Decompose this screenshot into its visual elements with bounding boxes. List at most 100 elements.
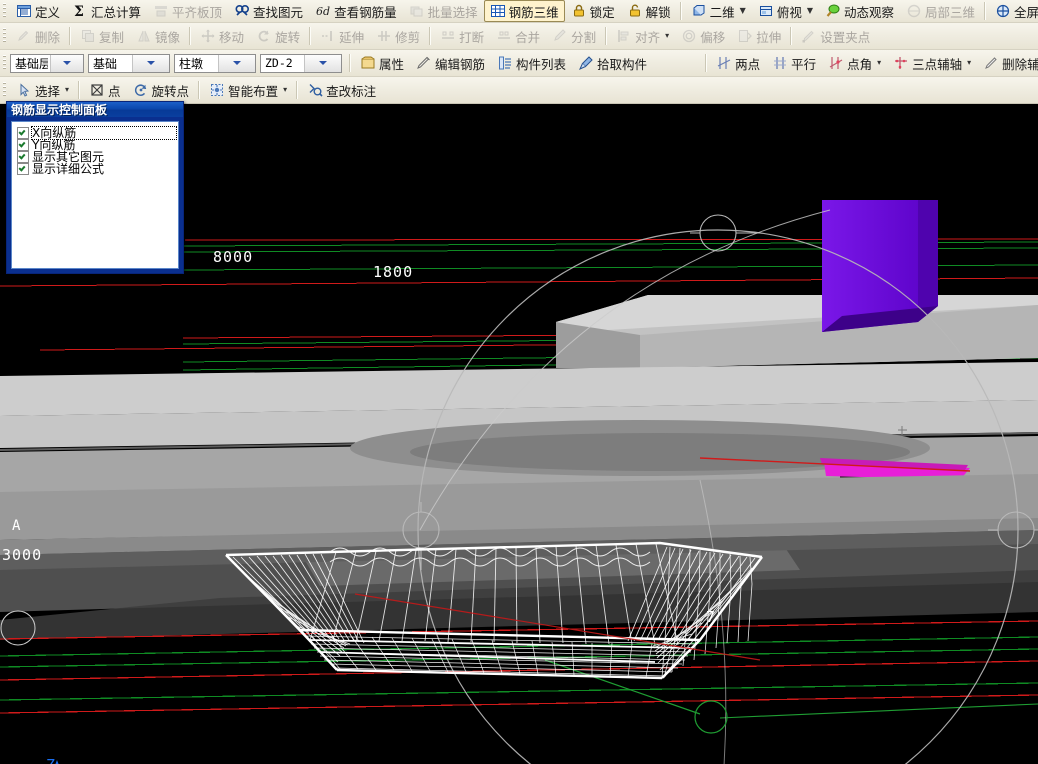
checkbox-show-detailed-formula[interactable] (17, 163, 29, 175)
checkbox-row-show-detailed-formula[interactable]: 显示详细公式 (17, 163, 178, 175)
lock-icon (571, 3, 587, 19)
align-slab-top-button: 平齐板顶 (147, 0, 228, 22)
properties-button[interactable]: 属性 (354, 52, 410, 74)
checkbox-y-rebar[interactable] (17, 139, 29, 151)
copy-button: 复制 (74, 25, 130, 47)
properties-icon (360, 55, 376, 71)
pick-component-button[interactable]: 拾取构件 (572, 52, 653, 74)
dynamic-observe-label: 动态观察 (843, 4, 894, 20)
chevron-down-icon[interactable] (49, 54, 83, 72)
select-tool-button[interactable]: 选择 ▾ (10, 79, 75, 101)
three-point-axis-button[interactable]: 三点辅轴 ▾ (887, 52, 977, 74)
unlock-button[interactable]: 解锁 (621, 0, 677, 22)
toolbar-grip[interactable] (1, 54, 8, 72)
fullscreen-label: 全屏 (1014, 4, 1038, 20)
floor-select[interactable]: 基础层 (10, 53, 84, 73)
checkbox-show-other-elements[interactable] (17, 151, 29, 163)
chevron-down-icon[interactable]: ▼ (807, 7, 813, 15)
component-type-select[interactable]: 柱墩 (174, 53, 256, 73)
toolbar-separator (296, 81, 299, 99)
mirror-button: 镜像 (130, 25, 186, 47)
panel-title: 钢筋显示控制面板 (11, 103, 108, 117)
pick-component-icon (578, 55, 594, 71)
rebar-3d-label: 钢筋三维 (508, 4, 559, 20)
merge-icon (496, 28, 512, 44)
rebar-3d-icon (490, 3, 506, 19)
toolbar-separator (605, 27, 608, 45)
chevron-down-icon[interactable] (303, 54, 341, 72)
category-select[interactable]: 基础 (88, 53, 170, 73)
toolbar-separator (309, 27, 312, 45)
toolbar-grip[interactable] (1, 81, 8, 99)
toolbar-region: 定义 Σ 汇总计算 平齐板顶 查找图元 6d 查看钢筋量 批量选择 钢筋三维 锁… (0, 0, 1038, 104)
unlock-icon (627, 3, 643, 19)
edit-rebar-button[interactable]: 编辑钢筋 (410, 52, 491, 74)
find-element-button[interactable]: 查找图元 (228, 0, 309, 22)
offset-label: 偏移 (700, 29, 726, 45)
delete-axis-button[interactable]: 删除辅轴 (977, 52, 1038, 74)
dynamic-observe-icon (825, 3, 841, 19)
align-slab-top-label: 平齐板顶 (172, 4, 223, 20)
chevron-down-icon[interactable]: ▼ (740, 7, 746, 15)
toolbar-grip[interactable] (1, 27, 8, 45)
dynamic-observe-button[interactable]: 动态观察 (819, 0, 900, 22)
fullscreen-button[interactable]: 全屏 (989, 0, 1038, 22)
view-rebar-qty-button[interactable]: 6d 查看钢筋量 (309, 0, 403, 22)
align-slab-top-icon (153, 3, 169, 19)
chevron-down-icon[interactable]: ▾ (65, 86, 69, 94)
trim-label: 修剪 (395, 29, 421, 45)
toolbar-separator (984, 2, 987, 20)
top-view-button[interactable]: 俯视 ▼ (752, 0, 819, 22)
svg-text:Σ: Σ (74, 4, 84, 19)
smart-layout-button[interactable]: 智能布置 ▾ (203, 79, 293, 101)
check-annotation-button[interactable]: 查改标注 (301, 79, 382, 101)
checkbox-label-show-detailed-formula: 显示详细公式 (32, 162, 105, 176)
delete-button: 删除 (10, 25, 66, 47)
component-select[interactable]: ZD-2 (260, 53, 342, 73)
summary-calc-button[interactable]: Σ 汇总计算 (66, 0, 147, 22)
chevron-down-icon[interactable]: ▾ (967, 59, 971, 67)
unlock-label: 解锁 (645, 4, 671, 20)
point-angle-axis-button[interactable]: 点角 ▾ (822, 52, 887, 74)
toolbar-grip[interactable] (1, 2, 8, 20)
rebar-display-control-panel[interactable]: 钢筋显示控制面板 X向纵筋 Y向纵筋 显示其它图元 显示详细公式 (6, 101, 184, 274)
chevron-down-icon[interactable] (131, 54, 169, 72)
chevron-down-icon[interactable]: ▾ (283, 86, 287, 94)
define-button[interactable]: 定义 (10, 0, 66, 22)
rebar-3d-button[interactable]: 钢筋三维 (483, 0, 565, 22)
property-toolbar: 基础层 基础 柱墩 ZD-2 属性 编辑钢筋 构件列表 拾取构件 两点 平行 点… (0, 50, 1038, 77)
set-grip-button: 设置夹点 (795, 25, 876, 47)
toolbar-separator (705, 54, 708, 72)
merge-label: 合并 (515, 29, 541, 45)
two-point-axis-button[interactable]: 两点 (710, 52, 766, 74)
panel-titlebar[interactable]: 钢筋显示控制面板 (7, 102, 183, 117)
lock-button[interactable]: 锁定 (565, 0, 621, 22)
define-label: 定义 (35, 4, 61, 20)
rotate-button: 旋转 (250, 25, 306, 47)
component-list-button[interactable]: 构件列表 (491, 52, 572, 74)
chevron-down-icon[interactable] (217, 54, 255, 72)
chevron-down-icon[interactable]: ▾ (877, 59, 881, 67)
checkbox-x-rebar[interactable] (17, 127, 29, 139)
fullscreen-icon (995, 3, 1011, 19)
stretch-button: 拉伸 (731, 25, 787, 47)
top-view-icon (758, 3, 774, 19)
move-icon (200, 28, 216, 44)
set-grip-label: 设置夹点 (820, 29, 871, 45)
smart-layout-label: 智能布置 (228, 83, 279, 99)
category-select-value: 基础 (93, 56, 118, 71)
align-label: 对齐 (635, 29, 661, 45)
check-annotation-label: 查改标注 (326, 83, 377, 99)
local-3d-icon (906, 3, 922, 19)
local-3d-button: 局部三维 (900, 0, 981, 22)
point-tool-button[interactable]: 点 (83, 79, 127, 101)
view-2d-button[interactable]: 二维 ▼ (685, 0, 752, 22)
parallel-axis-button[interactable]: 平行 (766, 52, 822, 74)
component-list-icon (497, 55, 513, 71)
rotate-point-button[interactable]: 旋转点 (127, 79, 196, 101)
top-view-label: 俯视 (776, 4, 802, 20)
toolbar-separator (189, 27, 192, 45)
extend-label: 延伸 (339, 29, 365, 45)
point-icon (89, 82, 105, 98)
edit-toolbar: 删除 复制 镜像 移动 旋转 延伸 修剪 打断 合并 分割 对齐 ▾ 偏移 拉伸… (0, 23, 1038, 50)
